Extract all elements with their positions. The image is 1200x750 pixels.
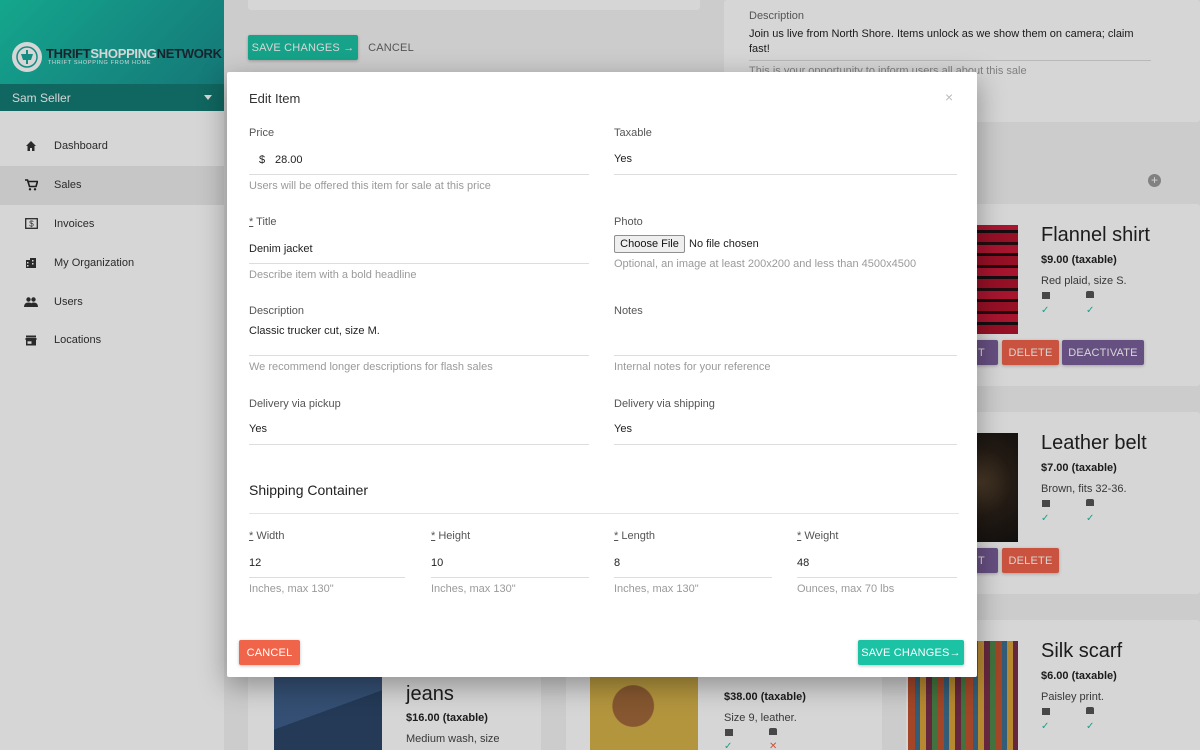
pickup-underline xyxy=(249,444,589,445)
choose-file-button[interactable]: Choose File xyxy=(614,235,685,253)
description-textarea[interactable]: Classic trucker cut, size M. xyxy=(249,325,589,351)
shipping-select[interactable]: Yes xyxy=(614,423,957,439)
taxable-label: Taxable xyxy=(614,127,652,139)
required-mark: * xyxy=(614,530,619,542)
modal-save-changes-button[interactable]: SAVE CHANGES→ xyxy=(858,640,964,665)
length-label-text: Length xyxy=(621,530,655,542)
weight-underline xyxy=(797,577,957,578)
currency-symbol: $ xyxy=(259,154,266,166)
pickup-label: Delivery via pickup xyxy=(249,398,341,410)
shipping-label: Delivery via shipping xyxy=(614,398,715,410)
height-input[interactable]: 10 xyxy=(431,557,589,573)
title-label: * Title xyxy=(249,216,277,228)
title-input[interactable]: Denim jacket xyxy=(249,243,589,259)
pickup-select[interactable]: Yes xyxy=(249,423,589,439)
photo-label: Photo xyxy=(614,216,643,228)
price-input[interactable]: 28.00 xyxy=(275,154,587,170)
photo-hint: Optional, an image at least 200x200 and … xyxy=(614,258,917,270)
price-label: Price xyxy=(249,127,275,139)
height-hint: Inches, max 130" xyxy=(431,583,516,595)
title-label-text: Title xyxy=(256,216,277,228)
required-mark: * xyxy=(249,530,254,542)
price-underline xyxy=(249,174,589,175)
length-input[interactable]: 8 xyxy=(614,557,772,573)
height-underline xyxy=(431,577,589,578)
required-mark: * xyxy=(431,530,436,542)
title-hint: Describe item with a bold headline xyxy=(249,269,417,281)
description-label: Description xyxy=(249,305,305,317)
width-input[interactable]: 12 xyxy=(249,557,405,573)
height-label-text: Height xyxy=(438,530,471,542)
shipping-underline xyxy=(614,444,957,445)
description-underline xyxy=(249,355,589,356)
weight-hint: Ounces, max 70 lbs xyxy=(797,583,895,595)
required-mark: * xyxy=(797,530,802,542)
length-label: * Length xyxy=(614,530,655,542)
weight-input[interactable]: 48 xyxy=(797,557,957,573)
section-divider xyxy=(249,513,959,514)
taxable-underline xyxy=(614,174,957,175)
no-file-text: No file chosen xyxy=(689,238,759,250)
required-mark: * xyxy=(249,216,254,228)
weight-label: * Weight xyxy=(797,530,838,542)
edit-item-modal: Edit Item × Price $ 28.00 Users will be … xyxy=(227,72,977,677)
notes-underline xyxy=(614,355,957,356)
close-icon[interactable]: × xyxy=(945,89,953,105)
description-hint: We recommend longer descriptions for fla… xyxy=(249,361,493,373)
modal-title: Edit Item xyxy=(249,91,301,106)
length-underline xyxy=(614,577,772,578)
title-underline xyxy=(249,263,589,264)
width-label: * Width xyxy=(249,530,284,542)
width-hint: Inches, max 130" xyxy=(249,583,334,595)
notes-textarea[interactable] xyxy=(614,325,957,351)
price-hint: Users will be offered this item for sale… xyxy=(249,180,491,192)
width-label-text: Width xyxy=(256,530,285,542)
weight-label-text: Weight xyxy=(804,530,839,542)
notes-hint: Internal notes for your reference xyxy=(614,361,771,373)
height-label: * Height xyxy=(431,530,470,542)
modal-cancel-button[interactable]: CANCEL xyxy=(239,640,300,665)
section-title: Shipping Container xyxy=(249,482,369,498)
taxable-select[interactable]: Yes xyxy=(614,153,957,169)
width-underline xyxy=(249,577,405,578)
length-hint: Inches, max 130" xyxy=(614,583,699,595)
notes-label: Notes xyxy=(614,305,643,317)
